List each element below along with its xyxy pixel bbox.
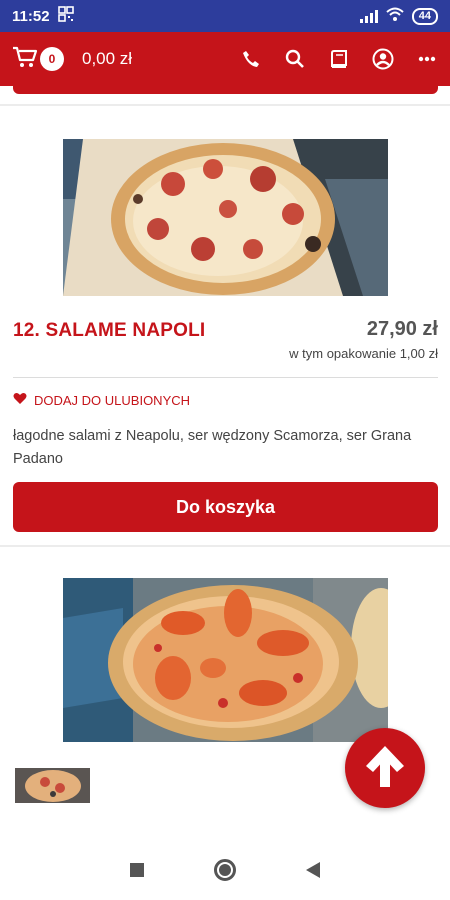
more-options-icon[interactable]: [416, 48, 438, 70]
phone-icon[interactable]: [240, 48, 262, 70]
search-icon[interactable]: [284, 48, 306, 70]
arrow-up-icon: [363, 743, 407, 794]
product-description: łagodne salami z Neapolu, ser wędzony Sc…: [13, 428, 412, 467]
qr-notification-icon: [57, 6, 74, 26]
product-photo[interactable]: [63, 578, 388, 742]
cart-icon: [12, 45, 38, 74]
add-to-cart-button[interactable]: Do koszyka: [13, 482, 438, 532]
divider: [0, 545, 450, 547]
cart-count-badge: 0: [40, 47, 64, 71]
favorites-label: DODAJ DO ULUBIONYCH: [34, 392, 191, 408]
product-thumbnail[interactable]: [15, 768, 90, 803]
status-time: 11:52: [12, 7, 50, 25]
packaging-note: w tym opakowanie 1,00 zł: [289, 346, 438, 361]
add-to-favorites-button[interactable]: DODAJ DO ULUBIONYCH: [13, 392, 190, 408]
divider: [13, 377, 438, 378]
cart-button[interactable]: 0: [12, 45, 64, 74]
scroll-to-top-button[interactable]: [345, 728, 425, 808]
wifi-icon: [386, 7, 404, 25]
product-price: 27,90 zł: [366, 318, 438, 340]
menu-book-icon[interactable]: [328, 48, 350, 70]
product-photo[interactable]: [63, 139, 388, 296]
cart-total: 0,00 zł: [82, 49, 133, 68]
account-icon[interactable]: [372, 48, 394, 70]
app-header: 0 0,00 zł: [0, 32, 450, 86]
recent-apps-icon[interactable]: [130, 863, 144, 877]
home-icon[interactable]: [214, 859, 236, 881]
heart-icon: [13, 392, 27, 408]
product-title: 12. SALAME NAPOLI: [13, 320, 206, 341]
previous-add-to-cart-button[interactable]: [13, 86, 438, 94]
back-icon[interactable]: [306, 862, 320, 878]
signal-icon: [359, 9, 378, 23]
battery-icon: 44: [411, 7, 438, 25]
system-navigation-bar: [0, 840, 450, 900]
divider: [0, 104, 450, 106]
status-bar: 11:52 44: [0, 0, 450, 32]
